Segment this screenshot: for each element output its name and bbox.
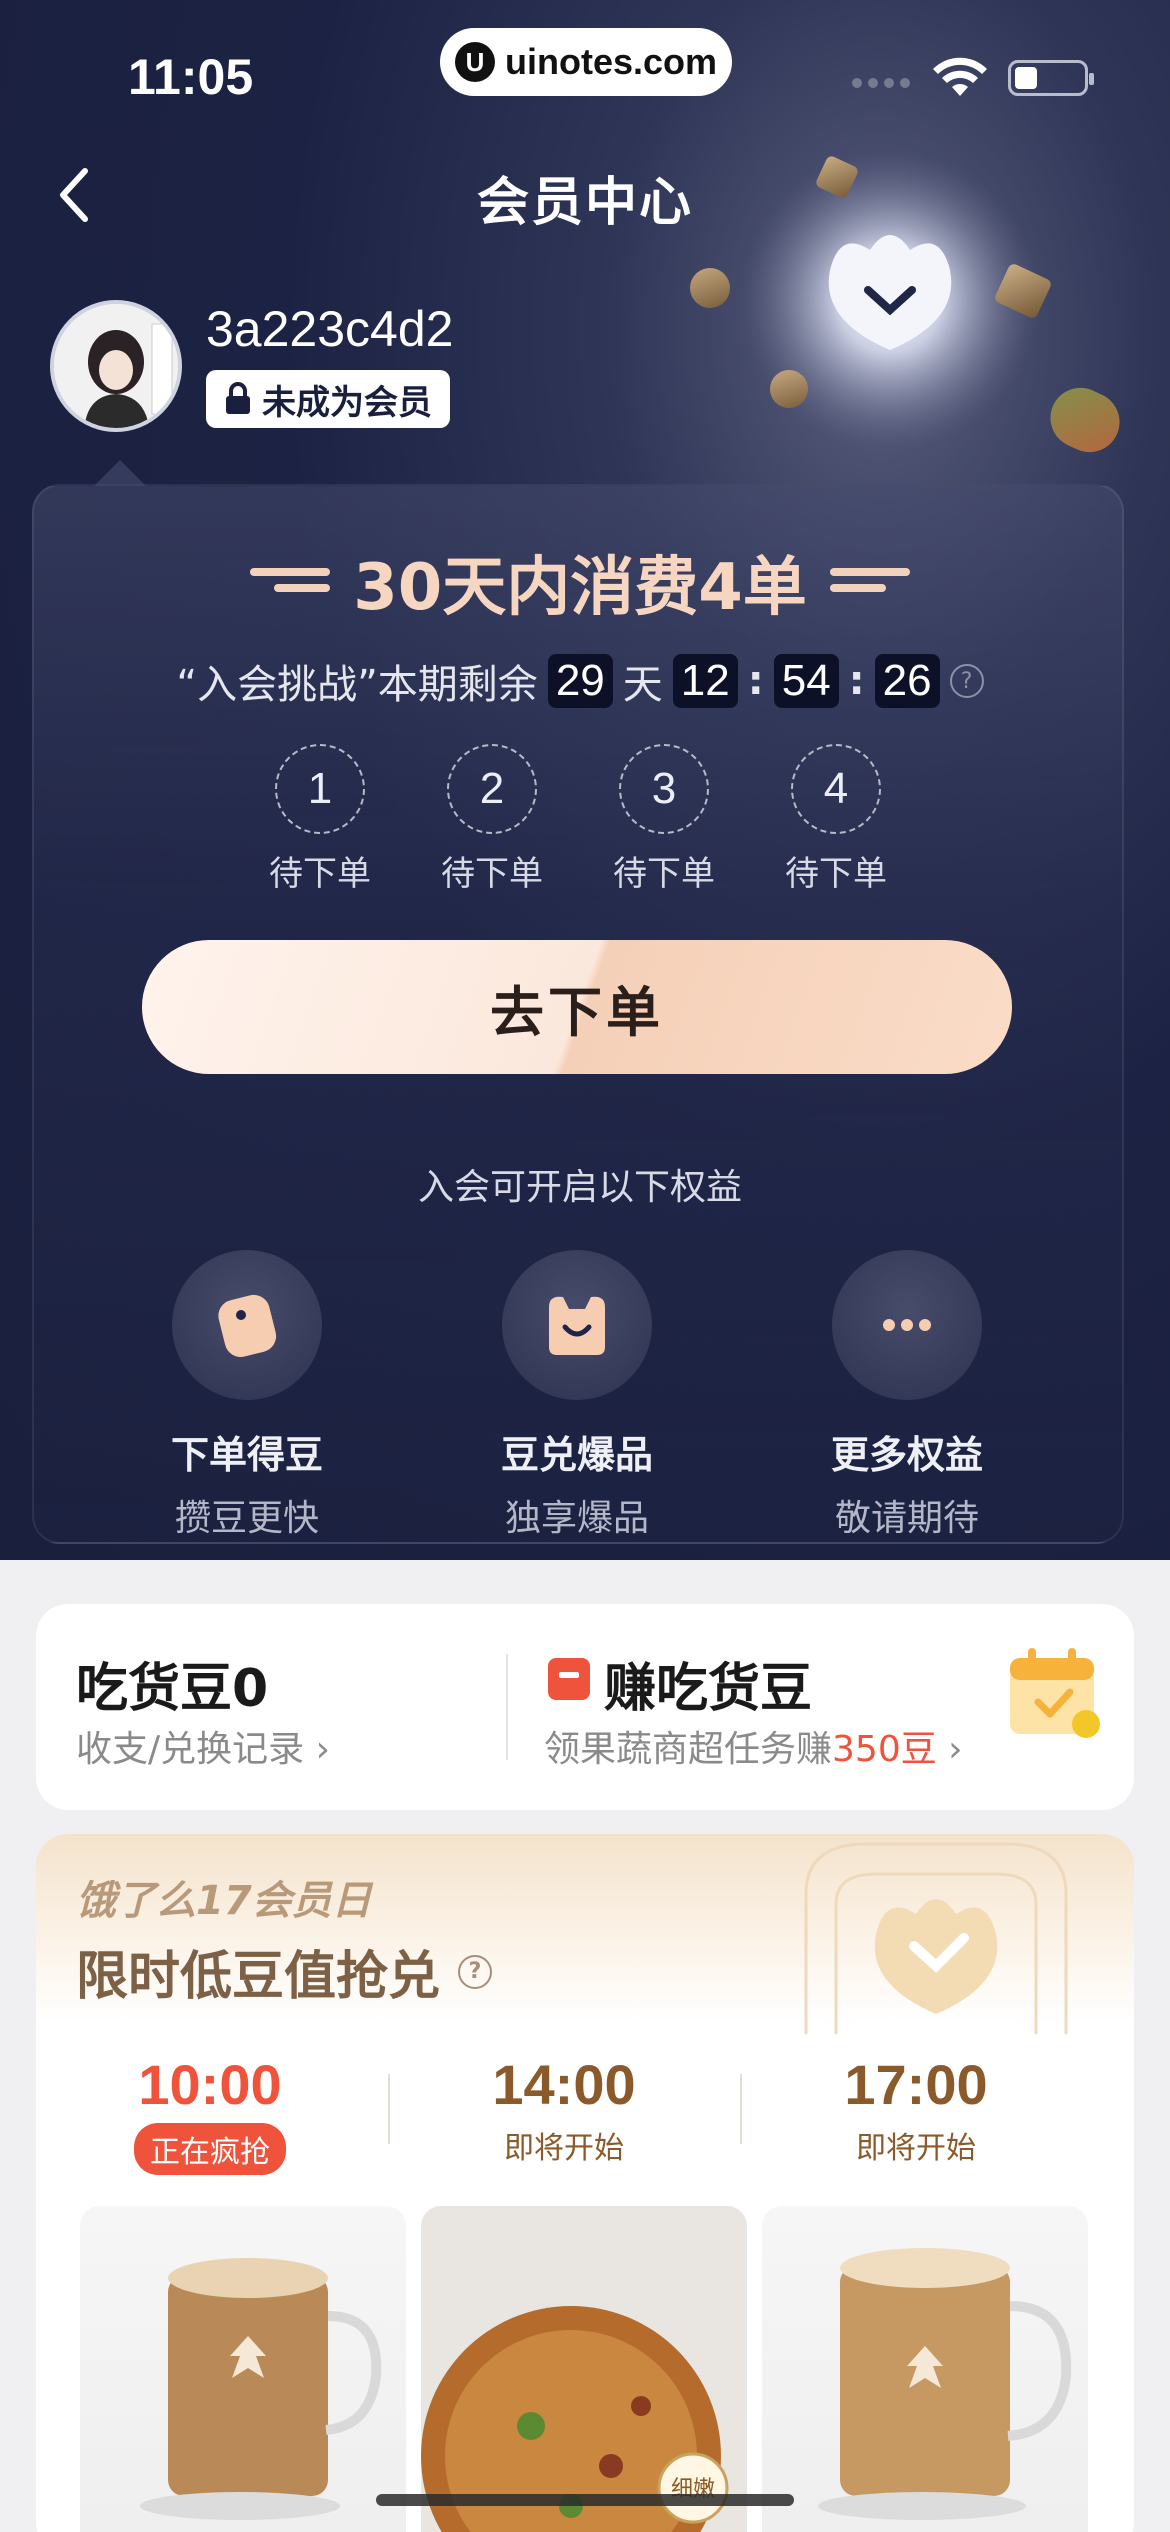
slot-time: 10:00: [138, 2053, 282, 2116]
slot-status: 即将开始: [856, 2131, 976, 2166]
gift-icon: [502, 1250, 652, 1400]
benefit-name: 豆兑爆品: [500, 1433, 653, 1477]
time-slot-active[interactable]: 10:00 正在疯抢: [60, 2052, 360, 2175]
countdown-label: “入会挑战”本期剩余: [176, 662, 538, 708]
cellular-signal-icon: [852, 78, 910, 88]
step-label: 待下单: [269, 854, 371, 894]
slot-time: 17:00: [844, 2053, 988, 2116]
slot-status-badge: 正在疯抢: [134, 2123, 286, 2175]
benefit-name: 下单得豆: [170, 1433, 323, 1477]
uinotes-logo-icon: U: [454, 42, 495, 82]
order-step: 2 待下单: [432, 744, 552, 895]
divider: [740, 2074, 742, 2144]
slot-time: 14:00: [492, 2053, 636, 2116]
title-decoration-right: [830, 568, 910, 596]
lock-icon: [226, 382, 250, 414]
coffee-cup-image: [818, 2248, 1072, 2520]
product-card-latte[interactable]: [80, 2206, 406, 2532]
home-indicator: [376, 2494, 794, 2506]
chevron-right-icon: ›: [936, 1729, 963, 1770]
step-label: 待下单: [613, 854, 715, 894]
help-icon[interactable]: ?: [949, 664, 984, 698]
flash-sale-title: 限时低豆值抢兑 ?: [76, 1934, 493, 2009]
bean-icon: [172, 1250, 322, 1400]
step-label: 待下单: [785, 854, 887, 894]
benefits-intro: 入会可开启以下权益: [417, 1167, 742, 1208]
beans-card: 吃货豆0 收支/兑换记录 › 赚吃货豆 领果蔬商超任务赚350豆 ›: [36, 1604, 1134, 1810]
step-number: 4: [791, 744, 881, 834]
countdown-days-unit: 天: [622, 662, 663, 708]
order-step: 1 待下单: [260, 744, 380, 895]
pizza-image: 细嫩: [421, 2206, 747, 2532]
time-slot[interactable]: 14:00 即将开始: [414, 2052, 714, 2167]
benefit-exchange-hot[interactable]: 豆兑爆品 独享爆品: [467, 1250, 687, 1541]
step-number: 2: [447, 744, 537, 834]
beans-balance: 吃货豆0: [76, 1659, 269, 1719]
earn-beans-title: 赚吃货豆: [604, 1659, 813, 1719]
countdown-separator: :: [747, 658, 764, 704]
countdown-days: 29: [547, 654, 613, 708]
member-emblem-icon: [804, 1842, 1068, 2034]
divider: [388, 2074, 390, 2144]
url-text: uinotes.com: [504, 41, 718, 82]
challenge-title: 30天内消费4单: [353, 551, 807, 625]
more-icon: [832, 1250, 982, 1400]
benefit-sub: 攒豆更快: [174, 1498, 319, 1539]
help-icon[interactable]: ?: [458, 1954, 493, 1989]
earn-sub-text: 领果蔬商超任务赚: [544, 1729, 833, 1770]
member-status-text: 未成为会员: [262, 382, 432, 423]
member-day-tag: 饿了么17会员日: [76, 1878, 372, 1924]
order-step: 4 待下单: [776, 744, 896, 895]
benefit-order-beans[interactable]: 下单得豆 攒豆更快: [137, 1250, 357, 1541]
order-step: 3 待下单: [604, 744, 724, 895]
status-time: 11:05: [128, 49, 254, 105]
countdown-hours: 12: [672, 654, 738, 708]
benefit-sub: 独享爆品: [504, 1498, 649, 1539]
avatar[interactable]: [50, 300, 182, 432]
member-status-badge[interactable]: 未成为会员: [206, 370, 450, 428]
time-slot[interactable]: 17:00 即将开始: [766, 2052, 1066, 2167]
records-link-text: 收支/兑换记录: [76, 1729, 305, 1770]
beans-records-link[interactable]: 收支/兑换记录 ›: [76, 1720, 330, 1772]
step-number: 3: [619, 744, 709, 834]
chevron-right-icon: ›: [315, 1729, 330, 1770]
product-card-cappuccino[interactable]: [762, 2206, 1088, 2532]
flash-sale-title-text: 限时低豆值抢兑: [76, 1947, 441, 2007]
product-card-pizza[interactable]: 细嫩: [421, 2206, 747, 2532]
place-order-button[interactable]: 去下单: [142, 940, 1012, 1074]
earn-beans-link[interactable]: 领果蔬商超任务赚350豆 ›: [544, 1720, 963, 1772]
countdown-minutes: 54: [773, 654, 839, 708]
benefit-name: 更多权益: [830, 1433, 983, 1477]
challenge-countdown: “入会挑战”本期剩余 29 天 12 : 54 : 26 ?: [34, 652, 1126, 710]
battery-icon: [1008, 60, 1094, 96]
task-icon: [548, 1658, 590, 1700]
step-number: 1: [275, 744, 365, 834]
benefit-more[interactable]: 更多权益 敬请期待: [797, 1250, 1017, 1541]
coffee-cup-image: [140, 2258, 382, 2520]
wifi-icon: [933, 57, 987, 96]
member-challenge-card: 30天内消费4单 “入会挑战”本期剩余 29 天 12 : 54 : 26 ? …: [32, 460, 1126, 1544]
countdown-seconds: 26: [874, 654, 940, 708]
divider: [506, 1654, 508, 1760]
step-label: 待下单: [441, 854, 543, 894]
flash-sale-card: 饿了么17会员日 限时低豆值抢兑 ? 10:00 正在疯抢 14:00 即将开始…: [36, 1834, 1134, 2532]
username: 3a223c4d2: [206, 301, 454, 357]
url-pill[interactable]: U uinotes.com: [440, 28, 732, 96]
benefit-sub: 敬请期待: [834, 1498, 979, 1539]
calendar-check-icon[interactable]: [1004, 1644, 1104, 1744]
slot-status: 即将开始: [504, 2131, 624, 2166]
earn-sub-highlight: 350豆: [832, 1729, 937, 1770]
countdown-separator: :: [848, 658, 865, 704]
